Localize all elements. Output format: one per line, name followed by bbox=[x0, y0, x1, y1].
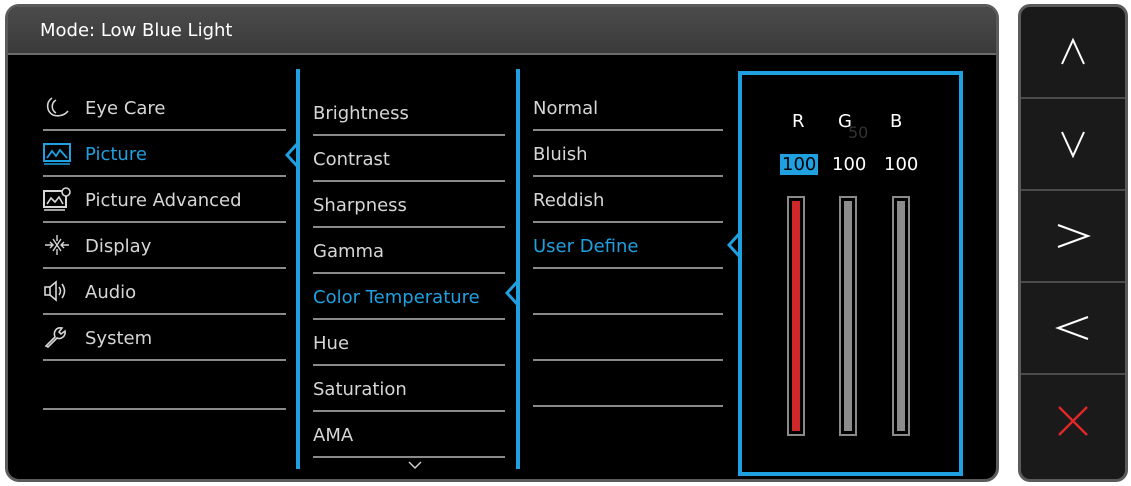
picture-item-ama[interactable]: AMA bbox=[313, 414, 505, 458]
green-value[interactable]: 100 bbox=[832, 154, 866, 175]
right-key[interactable] bbox=[1021, 191, 1125, 283]
caret-down-icon bbox=[1061, 131, 1085, 159]
left-key[interactable] bbox=[1021, 283, 1125, 375]
osd-window: Mode: Low Blue Light Eye Care Picture Pi… bbox=[5, 4, 999, 482]
color-temp-item-reddish[interactable]: Reddish bbox=[533, 179, 723, 223]
picture-item-color-temperature[interactable]: Color Temperature bbox=[313, 276, 505, 320]
rgb-label-b: B bbox=[890, 111, 903, 132]
close-icon bbox=[1058, 406, 1088, 436]
caret-up-icon bbox=[1061, 37, 1085, 65]
blue-value[interactable]: 100 bbox=[884, 154, 918, 175]
picture-item-brightness[interactable]: Brightness bbox=[313, 92, 505, 136]
color-temp-item-bluish[interactable]: Bluish bbox=[533, 133, 723, 177]
color-temp-item-empty bbox=[533, 317, 723, 361]
audio-icon bbox=[43, 279, 71, 303]
down-key[interactable] bbox=[1021, 99, 1125, 191]
rgb-adjust-panel: R G B 50 100 100 100 bbox=[738, 71, 963, 476]
picture-item-gamma[interactable]: Gamma bbox=[313, 230, 505, 274]
chevron-down-icon bbox=[408, 461, 422, 469]
color-temp-submenu: Normal Bluish Reddish User Define bbox=[528, 53, 738, 479]
ghost-value: 50 bbox=[848, 123, 869, 142]
control-keys-panel bbox=[1018, 4, 1128, 482]
picture-item-saturation[interactable]: Saturation bbox=[313, 368, 505, 412]
color-temp-item-user-define[interactable]: User Define bbox=[533, 225, 723, 269]
display-icon bbox=[43, 233, 71, 257]
up-key[interactable] bbox=[1021, 7, 1125, 99]
caret-left-icon bbox=[1055, 316, 1089, 340]
color-temp-item-normal[interactable]: Normal bbox=[533, 87, 723, 131]
caret-right-icon bbox=[1057, 224, 1091, 248]
main-menu-item-display[interactable]: Display bbox=[43, 225, 286, 269]
blue-slider[interactable] bbox=[892, 196, 910, 436]
main-menu-item-picture[interactable]: Picture bbox=[43, 133, 286, 177]
main-menu-item-system[interactable]: System bbox=[43, 317, 286, 361]
main-menu-item-empty bbox=[43, 363, 286, 410]
osd-header: Mode: Low Blue Light bbox=[8, 7, 996, 55]
main-menu-item-eye-care[interactable]: Eye Care bbox=[43, 87, 286, 131]
picture-advanced-icon bbox=[43, 187, 71, 211]
selection-notch-2 bbox=[505, 281, 519, 305]
main-menu-item-audio[interactable]: Audio bbox=[43, 271, 286, 315]
green-slider[interactable] bbox=[839, 196, 857, 436]
blue-slider-fill bbox=[897, 201, 905, 431]
exit-key[interactable] bbox=[1021, 375, 1125, 467]
system-icon bbox=[43, 325, 71, 349]
submenu-divider bbox=[296, 69, 300, 469]
red-value[interactable]: 100 bbox=[780, 154, 819, 175]
main-menu-item-picture-advanced[interactable]: Picture Advanced bbox=[43, 179, 286, 223]
submenu-divider-2 bbox=[516, 69, 520, 469]
color-temp-item-empty bbox=[533, 363, 723, 407]
picture-submenu: Brightness Contrast Sharpness Gamma Colo… bbox=[308, 53, 518, 479]
mode-label: Mode: Low Blue Light bbox=[40, 20, 233, 41]
color-temp-item-empty bbox=[533, 271, 723, 315]
selection-notch bbox=[285, 143, 299, 167]
red-slider[interactable] bbox=[787, 196, 805, 436]
main-menu: Eye Care Picture Picture Advanced Displa… bbox=[8, 53, 298, 479]
red-slider-fill bbox=[792, 201, 800, 431]
picture-icon bbox=[43, 141, 71, 165]
rgb-label-r: R bbox=[792, 111, 805, 132]
eye-care-icon bbox=[43, 95, 71, 119]
picture-item-sharpness[interactable]: Sharpness bbox=[313, 184, 505, 228]
picture-item-contrast[interactable]: Contrast bbox=[313, 138, 505, 182]
picture-item-hue[interactable]: Hue bbox=[313, 322, 505, 366]
green-slider-fill bbox=[844, 201, 852, 431]
